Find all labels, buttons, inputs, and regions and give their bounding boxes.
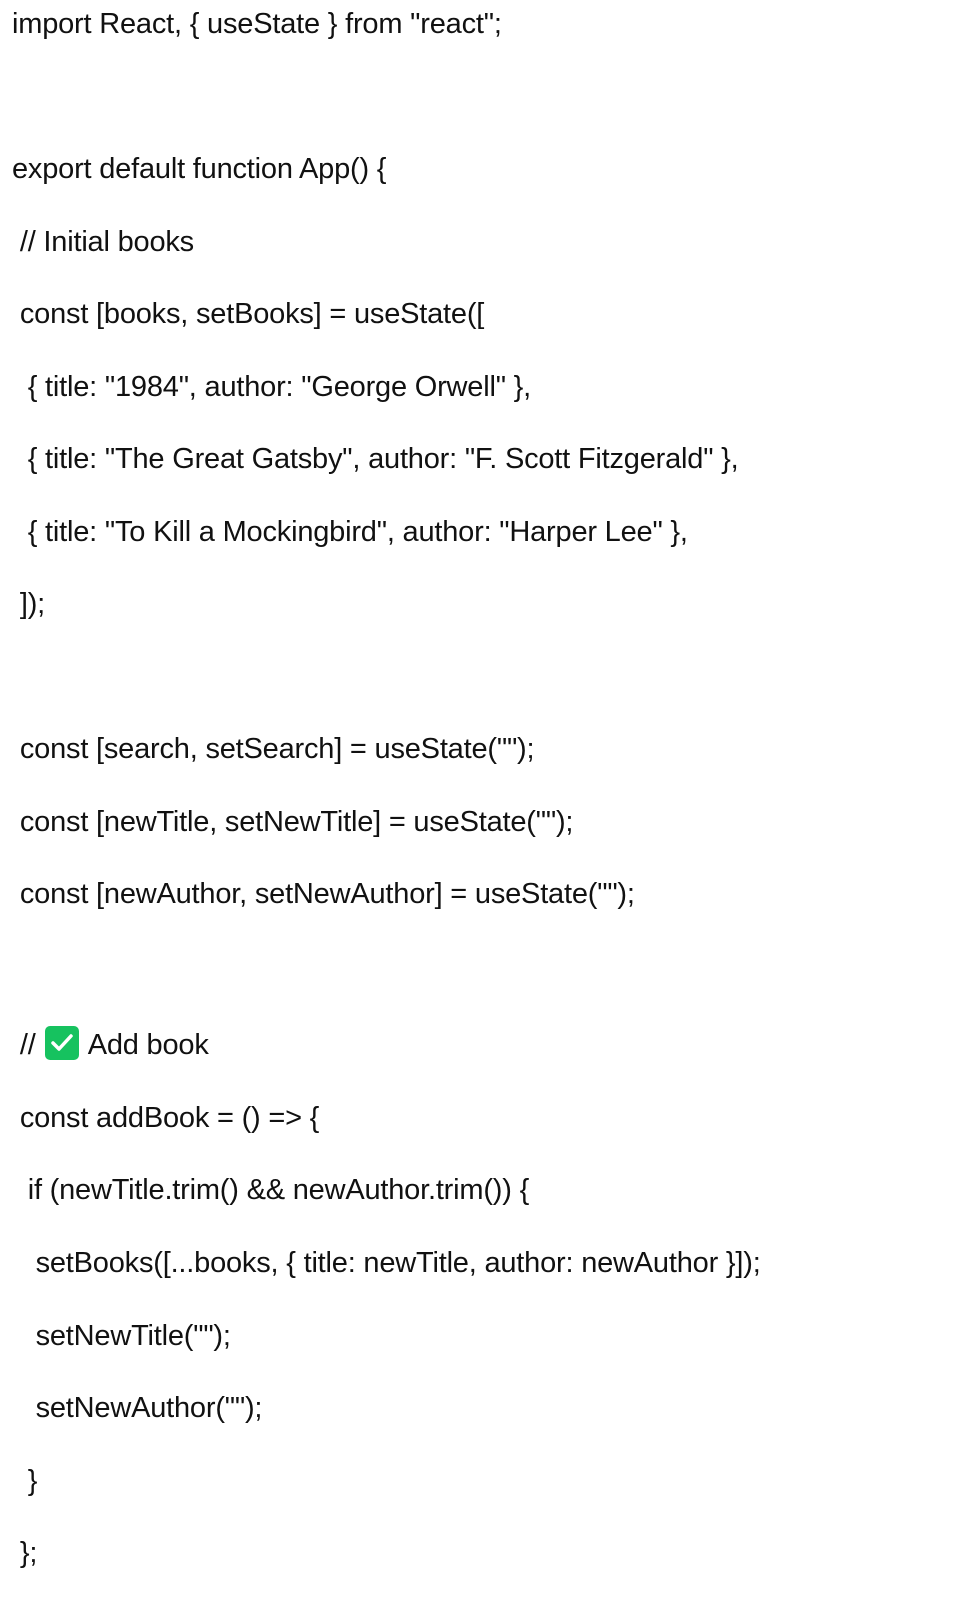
code-line-16: setNewTitle(""); bbox=[12, 1320, 231, 1352]
code-line-18: } bbox=[12, 1465, 38, 1497]
code-line-9: const [search, setSearch] = useState("")… bbox=[12, 733, 535, 765]
code-line-2: export default function App() { bbox=[12, 153, 387, 185]
code-line-4: const [books, setBooks] = useState([ bbox=[12, 298, 485, 330]
code-line-17: setNewAuthor(""); bbox=[12, 1392, 263, 1424]
check-mark-button-icon bbox=[45, 1026, 80, 1061]
code-line-3: // Initial books bbox=[12, 226, 194, 258]
code-line-7: { title: "To Kill a Mockingbird", author… bbox=[12, 516, 688, 548]
comment-text: Add book bbox=[81, 1029, 209, 1061]
code-line-14: if (newTitle.trim() && newAuthor.trim())… bbox=[12, 1174, 530, 1206]
code-line-15: setBooks([...books, { title: newTitle, a… bbox=[12, 1247, 761, 1279]
code-view: import React, { useState } from "react";… bbox=[0, 0, 953, 1600]
code-line-5: { title: "1984", author: "George Orwell"… bbox=[12, 371, 532, 403]
code-line-19: }; bbox=[12, 1537, 38, 1569]
code-line-12: // Add book bbox=[12, 1021, 209, 1069]
code-line-10: const [newTitle, setNewTitle] = useState… bbox=[12, 806, 574, 838]
code-line-6: { title: "The Great Gatsby", author: "F.… bbox=[12, 443, 739, 475]
comment-prefix: // bbox=[12, 1029, 44, 1061]
code-line-13: const addBook = () => { bbox=[12, 1102, 320, 1134]
code-line-1: import React, { useState } from "react"; bbox=[12, 8, 502, 40]
code-line-8: ]); bbox=[12, 588, 46, 620]
code-line-11: const [newAuthor, setNewAuthor] = useSta… bbox=[12, 878, 635, 910]
